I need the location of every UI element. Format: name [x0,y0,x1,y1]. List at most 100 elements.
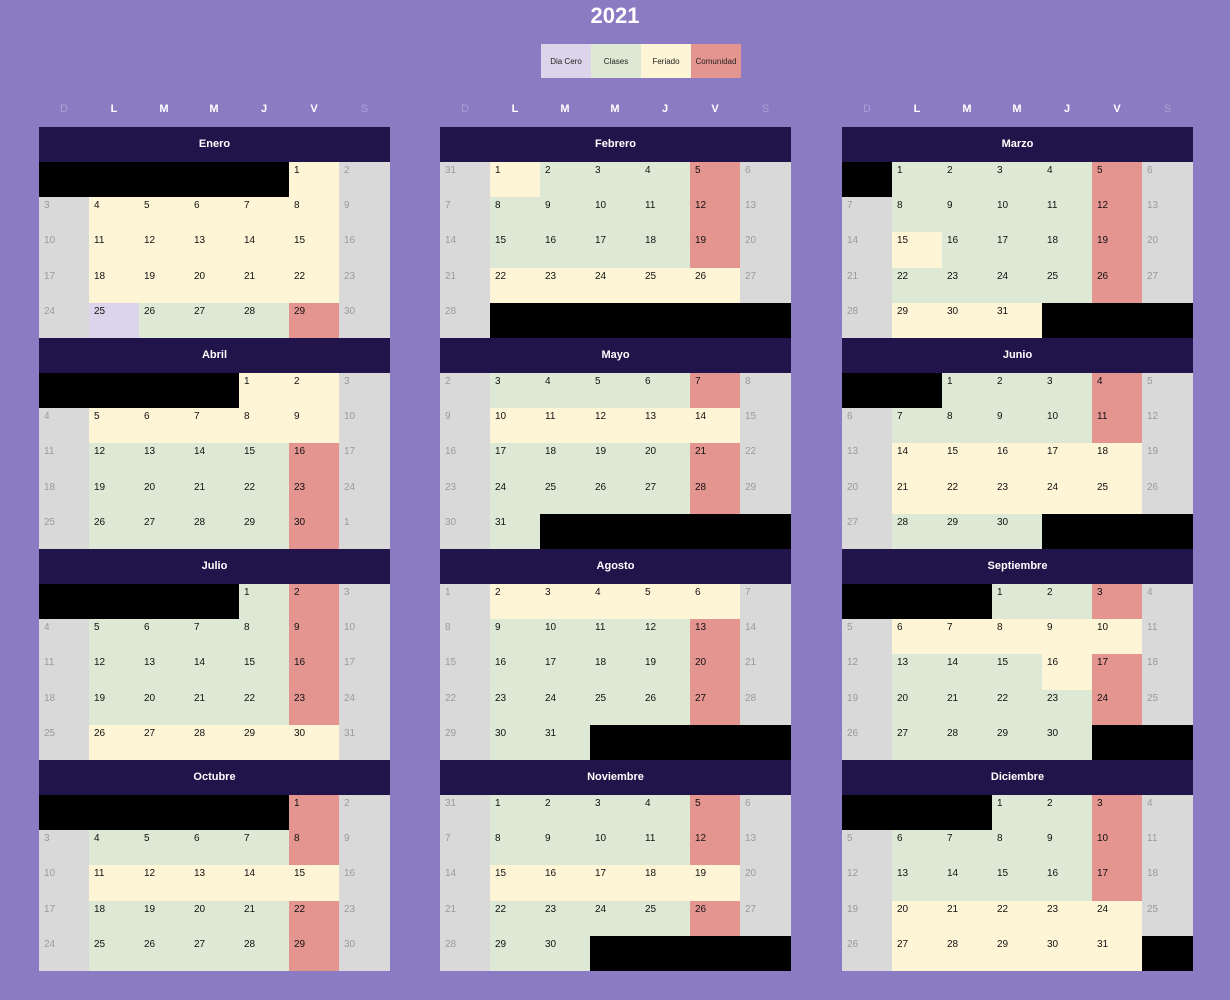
day-cell: 20 [892,900,942,936]
day-cell: 4 [1092,373,1142,409]
day-cell: 11 [1142,830,1193,866]
day-cell: 22 [490,267,540,303]
day-cell: 4 [89,830,139,866]
day-cell: 11 [39,443,89,479]
day-cell: 7 [942,619,992,655]
month-title: Julio [39,549,390,584]
day-cell: 16 [1042,654,1092,690]
day-cell: 13 [892,654,942,690]
empty-cell [842,373,892,409]
day-cell: 6 [139,619,189,655]
empty-cell [1092,724,1142,760]
weekday-label: D [60,103,68,115]
weekday-header: D L M M J V S [39,103,390,115]
weekday-label: M [209,103,219,115]
day-cell: 23 [1042,689,1092,725]
weekday-header: D L M M J V S [440,103,791,115]
empty-cell [892,795,942,831]
day-cell: 2 [339,795,390,831]
day-cell: 23 [942,267,992,303]
day-cell: 16 [440,443,490,479]
day-cell: 8 [490,830,540,866]
day-cell: 17 [540,654,590,690]
day-grid: 1 2 3 4 5 6 7 8 9 10 11 12 13 14 15 16 17 18 19 20 21 22 23 24 2… [842,373,1193,549]
day-cell: 23 [540,267,590,303]
weekday-label: J [1063,103,1071,115]
day-cell: 2 [992,373,1042,409]
day-cell: 28 [440,302,490,338]
day-cell: 15 [440,654,490,690]
day-cell: 11 [1142,619,1193,655]
empty-cell [139,162,189,198]
day-cell: 15 [740,408,791,444]
day-cell: 22 [992,900,1042,936]
empty-cell [189,584,239,620]
weekday-label: S [1163,103,1172,115]
day-cell: 19 [690,232,740,268]
day-cell: 1 [992,584,1042,620]
day-cell: 12 [1142,408,1193,444]
day-cell: 31 [540,724,590,760]
day-cell: 3 [39,197,89,233]
day-cell: 5 [139,197,189,233]
day-cell: 2 [490,584,540,620]
day-cell: 26 [1142,478,1193,514]
empty-cell [189,373,239,409]
month-title: Mayo [440,338,791,373]
day-cell: 20 [1142,232,1193,268]
empty-cell [1142,935,1193,971]
day-cell: 9 [289,619,339,655]
day-cell: 31 [490,513,540,549]
empty-cell [39,373,89,409]
day-cell: 8 [490,197,540,233]
day-cell: 2 [339,162,390,198]
day-cell: 10 [992,197,1042,233]
legend-dia-cero: Dia Cero [541,44,591,78]
day-cell: 3 [39,830,89,866]
day-cell: 21 [892,478,942,514]
day-grid: 1 2 3 4 5 6 7 8 9 10 11 12 13 14 15 16 17 18 19 20 21 22 23 24 2… [39,373,390,549]
day-cell: 2 [289,584,339,620]
day-cell: 28 [942,935,992,971]
day-cell: 10 [590,197,640,233]
day-cell: 22 [992,689,1042,725]
day-cell: 17 [590,232,640,268]
day-cell: 23 [1042,900,1092,936]
day-cell: 12 [842,654,892,690]
day-cell: 20 [640,443,690,479]
day-cell: 25 [1092,478,1142,514]
day-grid: 1 2 3 4 5 6 7 8 9 10 11 12 13 14 15 16 17 18 19 20 21 22 23 24 2… [39,162,390,338]
day-cell: 12 [690,197,740,233]
day-cell: 12 [89,654,139,690]
day-cell: 11 [540,408,590,444]
day-cell: 20 [139,478,189,514]
month-diciembre: Diciembre 1 2 3 4 5 6 7 8 9 10 11 12 13 14 15 16 17 18 19 20… [842,760,1193,971]
month-noviembre: Noviembre 31 1 2 3 4 5 6 7 8 9 10 11 12 13 14 15 16 17 18 19… [440,760,791,971]
day-grid: 2 3 4 5 6 7 8 9 10 11 12 13 14 15 16 17 18 19 20 21 22 23 24 25… [440,373,791,549]
empty-cell [39,795,89,831]
day-cell: 25 [1142,900,1193,936]
day-cell: 21 [440,900,490,936]
day-cell: 13 [189,865,239,901]
day-cell: 11 [1042,197,1092,233]
day-cell: 9 [992,408,1042,444]
day-cell: 6 [892,619,942,655]
day-cell: 18 [640,232,690,268]
day-cell: 7 [239,830,289,866]
day-cell: 26 [640,689,690,725]
day-cell: 17 [339,443,390,479]
month-title: Septiembre [842,549,1193,584]
month-mayo: Mayo 2 3 4 5 6 7 8 9 10 11 12 13 14 15 16 17 18 19 20 21 22 23… [440,338,791,549]
empty-cell [892,584,942,620]
day-cell: 29 [440,724,490,760]
weekday-header: D L M M J V S [842,103,1193,115]
day-cell: 3 [590,162,640,198]
day-cell: 5 [89,408,139,444]
day-cell: 8 [239,619,289,655]
day-cell: 9 [440,408,490,444]
day-cell: 8 [892,197,942,233]
day-cell: 22 [289,267,339,303]
day-grid: 31 1 2 3 4 5 6 7 8 9 10 11 12 13 14 15 16 17 18 19 20 21 22 23 2… [440,162,791,338]
day-cell: 28 [189,513,239,549]
day-cell: 2 [1042,795,1092,831]
